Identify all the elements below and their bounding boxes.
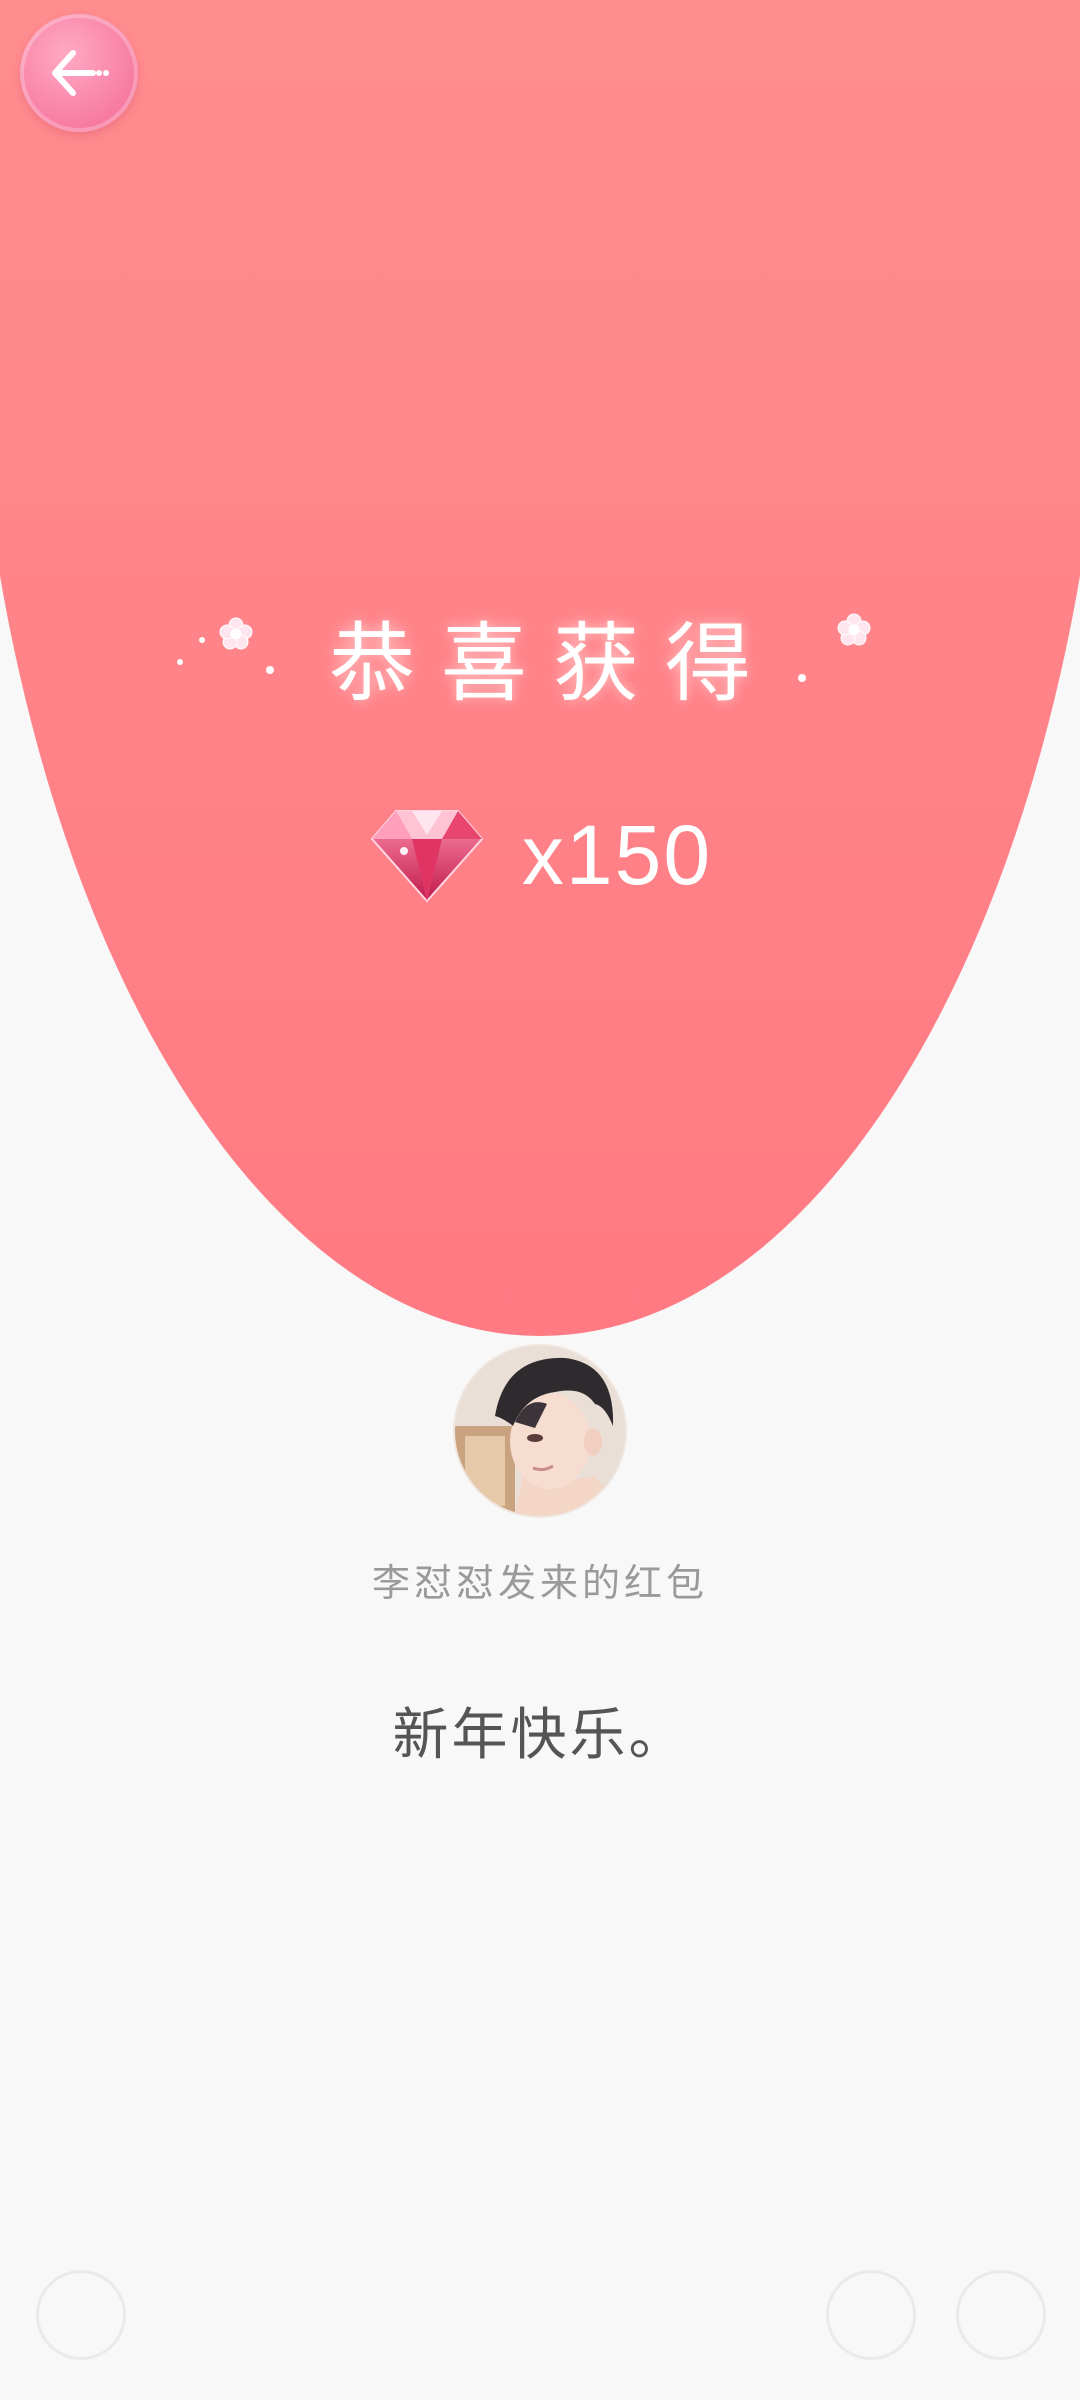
sender-avatar (455, 1346, 625, 1516)
back-arrow-icon (52, 50, 109, 96)
plus-icon[interactable] (956, 2270, 1046, 2360)
voice-icon[interactable] (36, 2270, 126, 2360)
greeting-message: 新年快乐。 (392, 1703, 688, 1768)
diamond-gem-icon (370, 810, 484, 903)
emoji-icon[interactable] (826, 2270, 916, 2360)
reward-row: x150 (0, 790, 1080, 920)
back-button[interactable] (20, 14, 138, 132)
red-packet-screen: 恭喜获得 x150 李怼怼发来的红包 新年快乐。 (0, 0, 1080, 2400)
reward-amount: x150 (521, 807, 713, 902)
sparkle-decoration-right (798, 613, 871, 682)
reward-title-row: 恭喜获得 (0, 590, 1080, 720)
reward-title: 恭喜获得 (329, 613, 777, 714)
bottom-input-bar (0, 2270, 1080, 2370)
sender-label: 李怼怼发来的红包 (371, 1561, 708, 1605)
